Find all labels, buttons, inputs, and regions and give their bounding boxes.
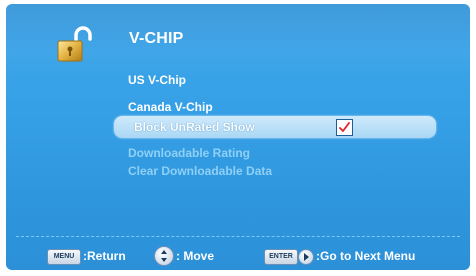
vchip-screen: V-CHIP US V-Chip Canada V-Chip Block UnR… bbox=[6, 4, 470, 270]
menu-item-canada-vchip[interactable]: Canada V-Chip bbox=[128, 97, 213, 117]
menu-item-downloadable-rating: Downloadable Rating bbox=[128, 143, 250, 163]
footer-divider bbox=[16, 236, 460, 237]
menu-item-label: Canada V-Chip bbox=[128, 100, 213, 114]
menu-item-label: Downloadable Rating bbox=[128, 146, 251, 160]
menu-item-clear-downloadable-data: Clear Downloadable Data bbox=[128, 161, 272, 181]
move-hint: : Move bbox=[176, 249, 215, 263]
right-arrow-icon bbox=[298, 249, 314, 265]
menu-item-block-unrated-show[interactable]: Block UnRated Show bbox=[114, 116, 436, 138]
menu-item-label: US V-Chip bbox=[128, 73, 187, 87]
dpad-updown-icon bbox=[154, 246, 174, 266]
return-hint: :Return bbox=[83, 249, 126, 263]
next-menu-hint: :Go to Next Menu bbox=[316, 249, 416, 263]
menu-item-label: Block UnRated Show bbox=[134, 120, 255, 134]
menu-key-icon: MENU bbox=[47, 249, 81, 265]
menu-item-us-vchip[interactable]: US V-Chip bbox=[128, 70, 186, 90]
footer-hints: MENU :Return : Move ENTER :Go to Next Me… bbox=[6, 245, 470, 267]
checkmark-icon bbox=[339, 122, 350, 132]
block-unrated-checkbox[interactable] bbox=[336, 119, 353, 136]
menu-item-label: Clear Downloadable Data bbox=[128, 164, 273, 178]
unlocked-padlock-icon bbox=[54, 24, 94, 64]
enter-key-icon: ENTER bbox=[264, 249, 298, 265]
page-title: V-CHIP bbox=[129, 30, 184, 47]
